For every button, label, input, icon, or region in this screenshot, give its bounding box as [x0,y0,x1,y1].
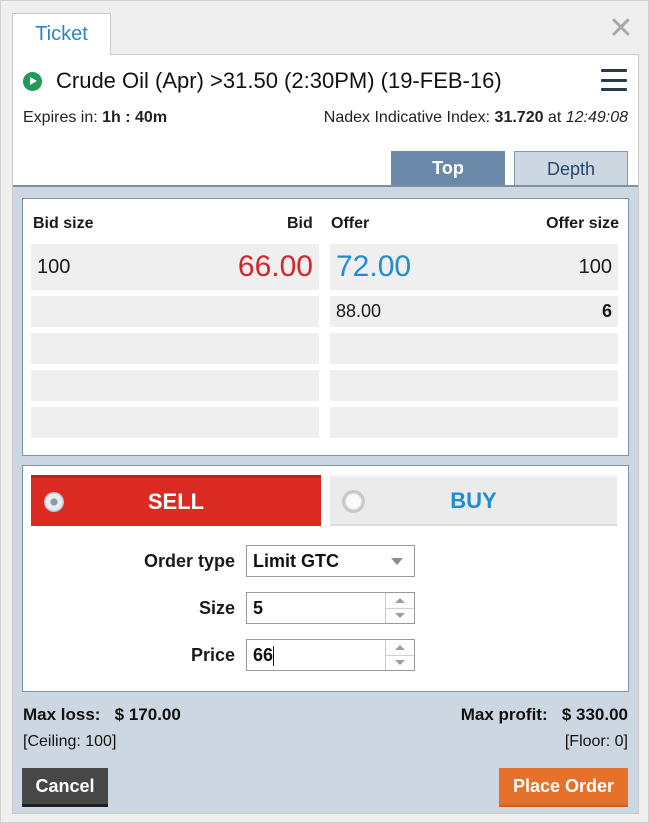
floor: [Floor: 0] [564,733,628,750]
offer-cell[interactable] [330,370,618,401]
depth-row [31,407,618,438]
depth-header: Bid size Bid Offer Offer size [33,215,619,235]
offer-cell[interactable] [330,333,618,364]
bid-cell[interactable] [31,333,319,364]
size-input[interactable] [253,594,383,622]
order-type-select[interactable]: Limit GTC [246,545,415,577]
cancel-button[interactable]: Cancel [22,768,108,807]
market-depth-table: Bid size Bid Offer Offer size 100 66.00 … [22,198,629,456]
price-decrement-icon[interactable] [386,655,414,670]
order-ticket-window: Ticket ✕ Crude Oil (Apr) >31.50 (2:30PM)… [0,0,649,823]
order-type-row: Order type Limit GTC [23,545,628,577]
market-title: Crude Oil (Apr) >31.50 (2:30PM) (19-FEB-… [56,68,502,93]
tab-top[interactable]: Top [391,151,505,186]
depth-row: 100 66.00 72.00 100 [31,244,618,290]
size-stepper[interactable] [246,592,415,624]
price-input[interactable]: 66 [253,645,273,665]
max-loss-value: $ 170.00 [114,705,181,724]
max-loss: Max loss: $ 170.00 [23,705,181,725]
ticket-panel: Crude Oil (Apr) >31.50 (2:30PM) (19-FEB-… [12,54,639,814]
expires-label: Expires in: [23,109,103,126]
market-info-row: Expires in: 1h : 40m Nadex Indicative In… [23,109,628,129]
size-increment-icon[interactable] [386,593,414,608]
size-label: Size [198,598,235,618]
header-offer: Offer [331,215,370,232]
order-type-label: Order type [143,551,235,571]
price-label: Price [190,645,235,665]
expires-value: 1h : 40m [102,109,168,126]
bid-cell[interactable]: 100 66.00 [31,244,319,290]
sell-button[interactable]: SELL [31,475,321,526]
depth-row [31,333,618,364]
expires-info: Expires in: 1h : 40m [23,109,167,129]
dropdown-arrow-icon [391,558,403,565]
index-label: Nadex Indicative Index: [323,109,495,126]
header-offer-size: Offer size [546,215,619,232]
tab-depth[interactable]: Depth [514,151,628,186]
tabs-divider [13,185,638,187]
offer-cell[interactable]: 88.00 6 [330,296,618,327]
max-profit-label: Max profit: [460,705,548,724]
indicative-index: Nadex Indicative Index: 31.720 at 12:49:… [324,109,628,129]
max-profit-value: $ 330.00 [561,705,628,724]
max-profit: Max profit: $ 330.00 [461,705,628,725]
index-value: 31.720 [494,109,544,126]
bid-price: 66.00 [237,250,313,283]
view-tabs: Top Depth [391,151,628,186]
index-time: 12:49:08 [565,109,628,126]
offer-size: 6 [601,301,612,321]
offer-price: 72.00 [336,250,412,283]
play-icon [23,71,42,91]
price-stepper[interactable]: 66 [246,639,415,671]
buy-button[interactable]: BUY [330,475,617,526]
place-order-button[interactable]: Place Order [499,768,628,807]
bid-cell[interactable] [31,370,319,401]
buy-label: BUY [450,487,497,513]
order-entry: SELL BUY Order type Limit GTC Size 5 Pri… [22,465,629,692]
price-spin-buttons [385,640,414,670]
offer-price: 88.00 [336,301,382,321]
sell-label: SELL [147,489,205,514]
max-loss-label: Max loss: [23,705,101,724]
radio-unchecked-icon[interactable] [342,489,365,513]
depth-row: 88.00 6 [31,296,618,327]
header-bid-size: Bid size [33,215,94,232]
header-bid: Bid [287,215,313,232]
offer-size: 100 [578,255,612,278]
radio-checked-icon[interactable] [44,492,64,512]
depth-row [31,370,618,401]
bid-cell[interactable] [31,407,319,438]
order-type-value: Limit GTC [253,551,339,571]
bid-size: 100 [37,255,71,278]
offer-cell[interactable] [330,407,618,438]
market-header: Crude Oil (Apr) >31.50 (2:30PM) (19-FEB-… [13,55,638,186]
size-row: Size [23,592,628,624]
tab-ticket[interactable]: Ticket [12,13,111,55]
hamburger-menu-icon[interactable] [601,69,627,91]
market-title-row: Crude Oil (Apr) >31.50 (2:30PM) (19-FEB-… [23,67,628,95]
price-row: Price 66 [23,639,628,671]
price-increment-icon[interactable] [386,640,414,655]
index-at: at [543,109,566,126]
size-decrement-icon[interactable] [386,608,414,623]
text-caret [273,646,275,667]
ceiling: [Ceiling: 100] [23,733,117,750]
close-icon[interactable]: ✕ [607,14,635,44]
bid-cell[interactable] [31,296,319,327]
size-spin-buttons [385,593,414,623]
offer-cell[interactable]: 72.00 100 [330,244,618,290]
